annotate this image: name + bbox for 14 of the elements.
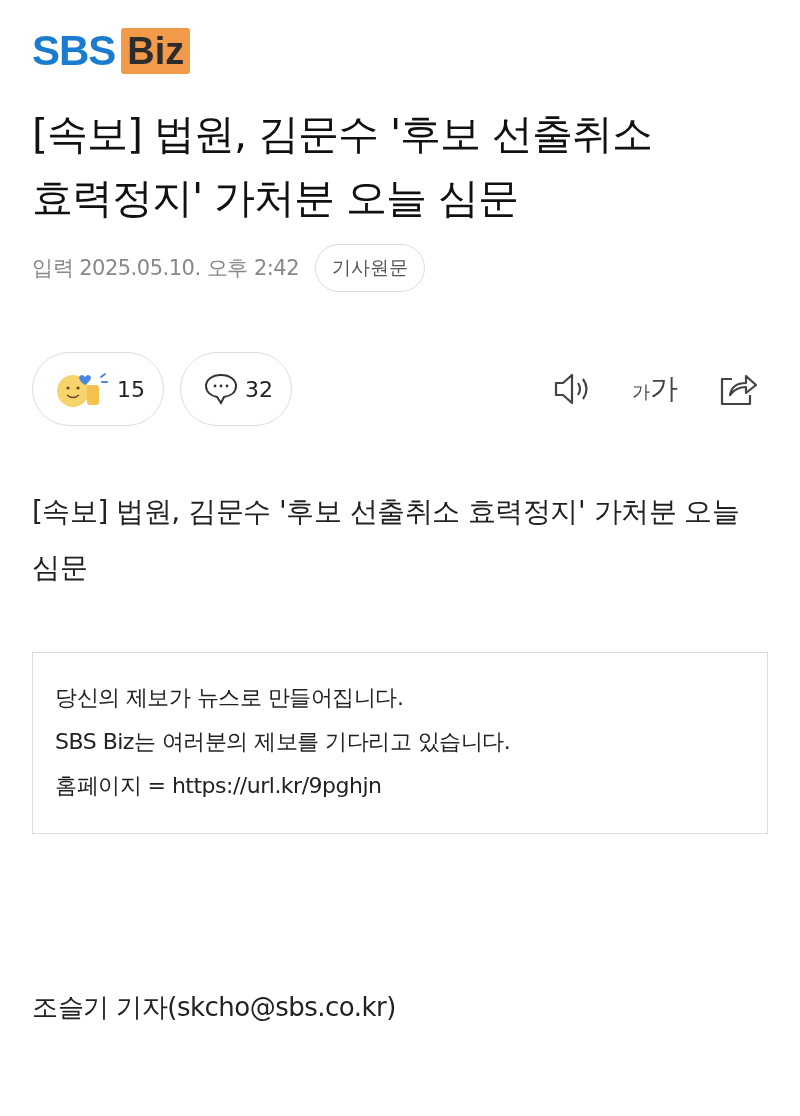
notice-text: SBS Biz는 여러분의 제보를 기다리고 있습니다. [55,728,512,756]
comment-button[interactable]: 32 [180,352,292,426]
reaction-button[interactable]: 15 [32,352,164,426]
reporter-byline: 조슬기 기자(skcho@sbs.co.kr) [32,991,397,1024]
original-article-button[interactable]: 기사원문 [315,244,426,292]
speech-bubble-icon [203,372,239,406]
notice-text: 홈페이지 = https://url.kr/9pghjn [55,772,383,800]
font-size-button[interactable]: 가가 [632,370,678,408]
article-text: [속보] 법원, 김문수 '후보 선출취소 효력정지' 가처분 오늘 심문 [32,494,741,586]
article-title: [속보] 법원, 김문수 '후보 선출취소 효력정지' 가처분 오늘 심문 [32,109,654,224]
publish-date: 입력 2025.05.10. 오후 2:42 [32,255,300,282]
logo-text: Biz [121,28,191,74]
notice-text: 당신의 제보가 뉴스로 만들어집니다. [55,684,405,712]
logo-text: SBS [32,27,116,75]
